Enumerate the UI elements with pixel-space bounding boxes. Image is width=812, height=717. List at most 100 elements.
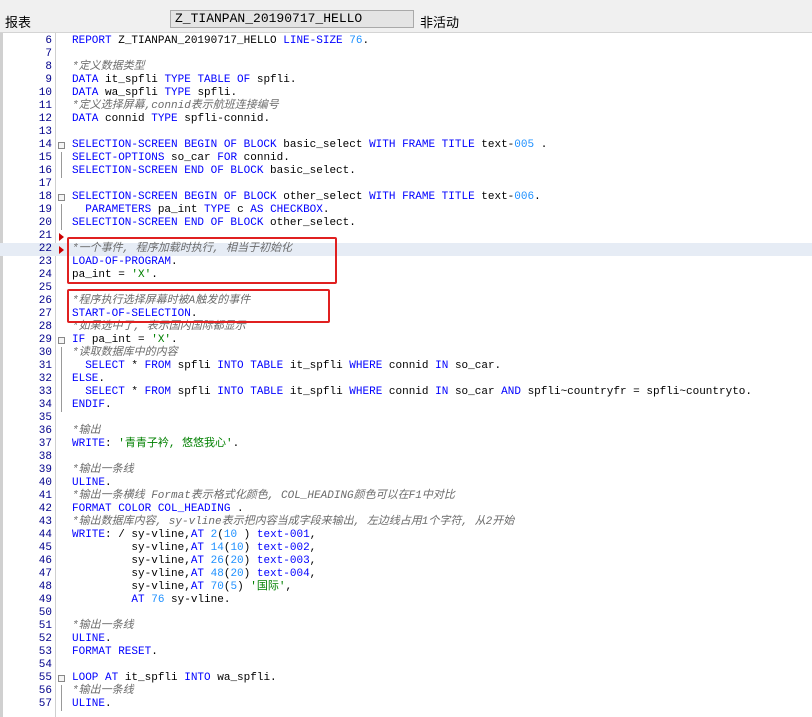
code-line[interactable]: 51 *输出一条线 — [0, 620, 812, 633]
code-line[interactable]: 49 AT 76 sy-vline. — [0, 594, 812, 607]
code-token: it_spfli — [289, 386, 350, 398]
code-line[interactable]: 55 LOOP AT it_spfli INTO wa_spfli. — [0, 672, 812, 685]
code-token: 70 — [210, 581, 224, 593]
code-token: INTO TABLE — [217, 386, 290, 398]
code-line[interactable]: 54 — [0, 659, 812, 672]
code-line[interactable]: 16 SELECTION-SCREEN END OF BLOCK basic_se… — [0, 165, 812, 178]
code-token: 10 — [223, 529, 238, 541]
code-line[interactable]: 15 SELECT-OPTIONS so_car FOR connid. — [0, 152, 812, 165]
code-line[interactable]: 20 SELECTION-SCREEN END OF BLOCK other_se… — [0, 217, 812, 230]
code-line[interactable]: 32 ELSE. — [0, 373, 812, 386]
code-line[interactable]: 7 — [0, 48, 812, 61]
code-line[interactable]: 42 FORMAT COLOR COL_HEADING . — [0, 503, 812, 516]
code-line[interactable]: 44 WRITE: / sy-vline,AT 2(10 ) text-001, — [0, 529, 812, 542]
code-line[interactable]: 14 SELECTION-SCREEN BEGIN OF BLOCK basic_… — [0, 139, 812, 152]
line-number: 20 — [38, 217, 52, 229]
code-token: connid — [388, 360, 436, 372]
code-line[interactable]: 38 — [0, 451, 812, 464]
code-line[interactable]: 47 sy-vline,AT 48(20) text-004, — [0, 568, 812, 581]
code-token: text- — [481, 191, 515, 203]
code-line[interactable]: 13 — [0, 126, 812, 139]
code-line[interactable]: 12 DATA connid TYPE spfli-connid. — [0, 113, 812, 126]
code-token: INTO TABLE — [217, 360, 290, 372]
code-line[interactable]: 19 PARAMETERS pa_int TYPE c AS CHECKBOX. — [0, 204, 812, 217]
code-token: ( — [217, 529, 224, 541]
line-number: 49 — [38, 594, 52, 606]
code-line[interactable]: 17 — [0, 178, 812, 191]
code-line[interactable]: 40 ULINE. — [0, 477, 812, 490]
breakpoint-marker-icon — [57, 243, 67, 256]
code-line[interactable]: 11 *定义选择屏幕,connid表示航班连接编号 — [0, 100, 812, 113]
code-text: *定义选择屏幕,connid表示航班连接编号 — [72, 100, 279, 113]
code-line[interactable]: 33 SELECT * FROM spfli INTO TABLE it_spf… — [0, 386, 812, 399]
line-number: 8 — [45, 61, 52, 73]
code-token: 20 — [230, 555, 244, 567]
code-token: ENDIF — [72, 399, 106, 411]
code-line[interactable]: 56 *输出一条线 — [0, 685, 812, 698]
code-token: . — [105, 633, 112, 645]
code-line[interactable]: 43 *输出数据库内容, sy-vline表示把内容当成字段来输出, 左边线占用1… — [0, 516, 812, 529]
code-token: *输出一条横线 Format表示格式化颜色, COL_HEADING颜色可以在F… — [72, 490, 455, 502]
code-line[interactable]: 57 ULINE. — [0, 698, 812, 711]
code-token: AT — [190, 555, 211, 567]
code-token: so_car — [171, 152, 218, 164]
code-line[interactable]: 37 WRITE: '青青子衿, 悠悠我心'. — [0, 438, 812, 451]
abap-code-editor[interactable]: 6 REPORT Z_TIANPAN_20190717_HELLO LINE-SI… — [0, 33, 812, 717]
code-line[interactable]: 36 *输出 — [0, 425, 812, 438]
code-token: IN — [435, 386, 455, 398]
block-guide-line — [57, 386, 67, 399]
code-token: . — [237, 503, 244, 515]
code-line[interactable]: 53 FORMAT RESET. — [0, 646, 812, 659]
code-token: ULINE — [72, 477, 106, 489]
code-line[interactable]: 39 *输出一条线 — [0, 464, 812, 477]
fold-toggle-icon[interactable] — [57, 191, 67, 204]
code-token: text- — [481, 139, 515, 151]
code-line[interactable]: 8 *定义数据类型 — [0, 61, 812, 74]
code-line[interactable]: 46 sy-vline,AT 26(20) text-003, — [0, 555, 812, 568]
code-text: SELECTION-SCREEN END OF BLOCK basic_sele… — [72, 165, 356, 178]
fold-toggle-icon[interactable] — [57, 334, 67, 347]
code-token: spfli. — [197, 87, 238, 99]
code-token: FORMAT RESET — [72, 646, 152, 658]
line-number: 32 — [38, 373, 52, 385]
fold-toggle-icon[interactable] — [57, 672, 67, 685]
code-line[interactable]: 9 DATA it_spfli TYPE TABLE OF spfli. — [0, 74, 812, 87]
code-line[interactable]: 29 IF pa_int = 'X'. — [0, 334, 812, 347]
program-name-field[interactable]: Z_TIANPAN_20190717_HELLO — [170, 10, 414, 28]
code-line[interactable]: 35 — [0, 412, 812, 425]
code-token: IF — [72, 334, 92, 346]
code-line[interactable]: 18 SELECTION-SCREEN BEGIN OF BLOCK other_… — [0, 191, 812, 204]
line-number: 40 — [38, 477, 52, 489]
code-token: ULINE — [72, 633, 106, 645]
code-token: , — [309, 555, 317, 567]
code-line[interactable]: 48 sy-vline,AT 70(5) '国际', — [0, 581, 812, 594]
code-line[interactable]: 6 REPORT Z_TIANPAN_20190717_HELLO LINE-SI… — [0, 35, 812, 48]
block-guide-line — [57, 217, 67, 230]
line-number: 50 — [38, 607, 52, 619]
code-token: : / sy-vline, — [105, 529, 191, 541]
line-number: 6 — [45, 35, 52, 47]
code-line[interactable]: 52 ULINE. — [0, 633, 812, 646]
line-number: 39 — [38, 464, 52, 476]
code-line[interactable]: 30 *读取数据库中的内容 — [0, 347, 812, 360]
code-line[interactable]: 34 ENDIF. — [0, 399, 812, 412]
code-token: 10 — [230, 542, 244, 554]
code-line[interactable]: 45 sy-vline,AT 14(10) text-002, — [0, 542, 812, 555]
code-text: SELECT * FROM spfli INTO TABLE it_spfli … — [72, 386, 752, 399]
fold-toggle-icon[interactable] — [57, 139, 67, 152]
code-token: wa_spfli — [105, 87, 165, 99]
block-guide-line — [57, 360, 67, 373]
code-text: ULINE. — [72, 477, 112, 490]
code-token: AT — [190, 581, 211, 593]
code-token: . — [105, 399, 112, 411]
code-line[interactable]: 31 SELECT * FROM spfli INTO TABLE it_spf… — [0, 360, 812, 373]
code-token: '国际' — [250, 581, 286, 593]
code-text: SELECTION-SCREEN END OF BLOCK other_sele… — [72, 217, 356, 230]
code-token: connid — [388, 386, 436, 398]
code-token: text-003 — [256, 555, 310, 567]
code-line[interactable]: 10 DATA wa_spfli TYPE spfli. — [0, 87, 812, 100]
code-token: IN — [435, 360, 455, 372]
code-line[interactable]: 50 — [0, 607, 812, 620]
code-line[interactable]: 41 *输出一条横线 Format表示格式化颜色, COL_HEADING颜色可以… — [0, 490, 812, 503]
